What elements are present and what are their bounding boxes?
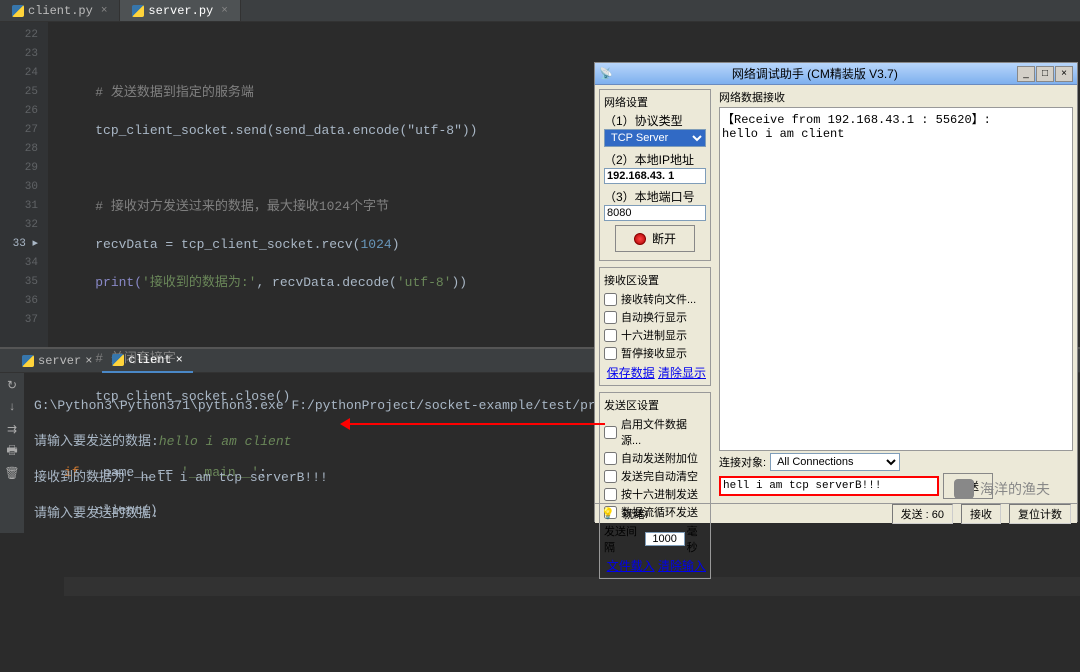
clear-display-link[interactable]: 清除显示 [658, 366, 706, 380]
wechat-icon [954, 479, 974, 499]
network-settings: 网络设置 （1）协议类型 TCP Server （2）本地IP地址 （3）本地端… [599, 89, 711, 261]
tab-label: server.py [148, 4, 213, 18]
send-opt-0[interactable] [604, 426, 617, 439]
network-debug-dialog: 📡 网络调试助手 (CM精装版 V3.7) _ □ × 网络设置 （1）协议类型… [594, 62, 1078, 522]
save-data-link[interactable]: 保存数据 [607, 366, 655, 380]
watermark: 海洋的渔夫 [954, 479, 1050, 499]
send-opt-1[interactable] [604, 452, 617, 465]
console-toolbar: ↻ ↓ ⇉ 🖶 🗑 [0, 373, 24, 533]
annotation-arrow [345, 423, 605, 425]
close-icon[interactable]: × [101, 5, 108, 17]
minimize-button[interactable]: _ [1017, 66, 1035, 82]
python-icon [112, 354, 124, 366]
disconnect-button[interactable]: 断开 [615, 225, 695, 252]
protocol-select[interactable]: TCP Server [604, 129, 706, 147]
close-button[interactable]: × [1055, 66, 1073, 82]
recv-opt-3[interactable] [604, 347, 617, 360]
send-opt-2[interactable] [604, 470, 617, 483]
editor-tabs: client.py × server.py × [0, 0, 1080, 22]
close-icon[interactable]: × [176, 353, 183, 367]
clear-input-link[interactable]: 清除输入 [658, 559, 706, 573]
ip-input[interactable] [604, 168, 706, 184]
file-load-link[interactable]: 文件载入 [607, 559, 655, 573]
rerun-icon[interactable]: ↻ [4, 377, 20, 393]
tab-client-py[interactable]: client.py × [0, 0, 120, 21]
close-icon[interactable]: × [85, 354, 92, 368]
python-icon [12, 5, 24, 17]
filter-icon[interactable]: ⇉ [4, 421, 20, 437]
left-panel: 网络设置 （1）协议类型 TCP Server （2）本地IP地址 （3）本地端… [595, 85, 715, 503]
recv-settings: 接收区设置 接收转向文件... 自动换行显示 十六进制显示 暂停接收显示 保存数… [599, 267, 711, 386]
close-icon[interactable]: × [221, 5, 228, 17]
status-send: 发送 : 60 [892, 504, 953, 524]
gutter: 22 23 24 25 26 27 28 29 30 31 32 33 ▸ 34… [0, 22, 48, 347]
recv-opt-2[interactable] [604, 329, 617, 342]
trash-icon[interactable]: 🗑 [4, 465, 20, 481]
python-icon [22, 355, 34, 367]
maximize-button[interactable]: □ [1036, 66, 1054, 82]
recv-opt-0[interactable] [604, 293, 617, 306]
console-tab-server[interactable]: server × [12, 350, 102, 372]
print-icon[interactable]: 🖶 [4, 443, 20, 459]
dialog-title: 网络调试助手 (CM精装版 V3.7) [613, 65, 1017, 82]
recv-opt-1[interactable] [604, 311, 617, 324]
python-icon [132, 5, 144, 17]
recv-textarea[interactable]: 【Receive from 192.168.43.1 : 55620】: hel… [719, 107, 1073, 451]
tab-label: client.py [28, 4, 93, 18]
console-tab-client[interactable]: client × [102, 349, 192, 373]
interval-input[interactable] [645, 532, 685, 546]
send-settings: 发送区设置 启用文件数据源... 自动发送附加位 发送完自动清空 按十六进制发送… [599, 392, 711, 579]
status-recv: 接收 [961, 504, 1001, 524]
tab-server-py[interactable]: server.py × [120, 0, 240, 21]
send-opt-3[interactable] [604, 488, 617, 501]
conn-target-select[interactable]: All Connections [770, 453, 900, 471]
send-input[interactable]: hell i am tcp serverB!!! [719, 476, 939, 496]
right-panel: 网络数据接收 【Receive from 192.168.43.1 : 5562… [715, 85, 1077, 503]
record-icon [634, 233, 646, 245]
stop-icon[interactable]: ↓ [4, 399, 20, 415]
port-input[interactable] [604, 205, 706, 221]
annotation-arrow-head [340, 418, 350, 430]
reset-count-button[interactable]: 复位计数 [1009, 504, 1071, 524]
titlebar[interactable]: 📡 网络调试助手 (CM精装版 V3.7) _ □ × [595, 63, 1077, 85]
